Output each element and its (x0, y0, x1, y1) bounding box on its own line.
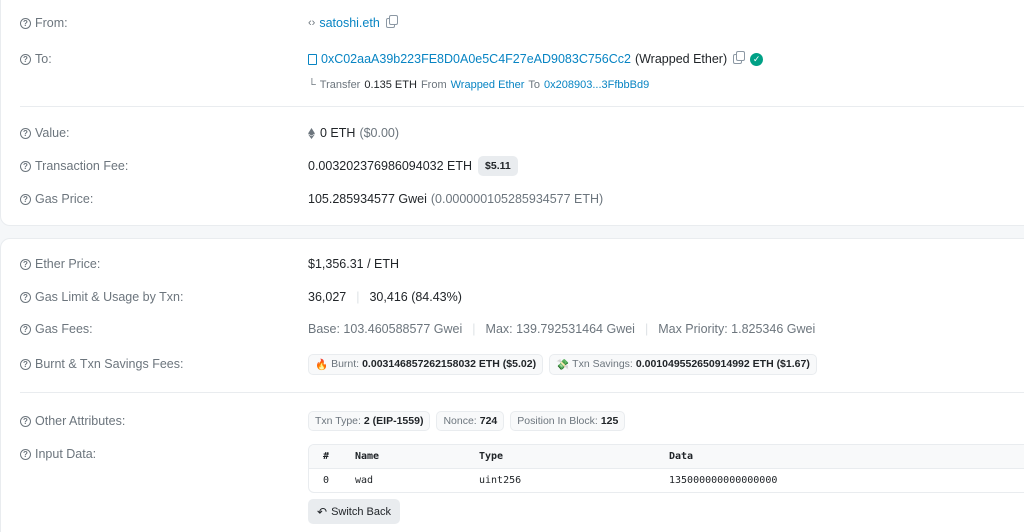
token-transfer-row: └ Transfer 0.135 ETH From Wrapped Ether … (308, 75, 1024, 95)
transfer-amount: 0.135 ETH (364, 79, 417, 91)
fire-icon: 🔥 (315, 358, 329, 371)
separator: | (644, 322, 649, 336)
column-header: # (309, 445, 355, 469)
help-icon[interactable]: ? (20, 323, 31, 335)
gas-fee-base: Base: 103.460588577 Gwei (308, 322, 463, 336)
transfer-from-label: From (420, 79, 447, 91)
transaction-fee-row: ? Transaction Fee: 0.003202376986094032 E… (20, 156, 1024, 176)
copy-icon[interactable] (385, 15, 398, 28)
value-usd: ($0.00) (359, 126, 400, 140)
table-cell: 135000000000000000 (669, 475, 778, 486)
burnt-label: Burnt & Txn Savings Fees: (35, 357, 184, 371)
ethereum-icon (308, 127, 315, 139)
undo-icon: ↶ (317, 504, 328, 519)
help-icon[interactable]: ? (20, 415, 31, 427)
table-cell: 0 (323, 475, 330, 486)
savings-badge-label: Txn Savings: (572, 358, 633, 370)
gas-fee-max-priority: Max Priority: 1.825346 Gwei (658, 322, 816, 336)
gas-price-gwei: 105.285934577 Gwei (308, 192, 427, 206)
ether-price-row: ? Ether Price: $1,356.31 / ETH (20, 254, 1024, 274)
gas-price-eth: (0.000000105285934577 ETH) (430, 192, 604, 206)
column-header: Data (669, 445, 1024, 469)
gas-fee-max: Max: 139.792531464 Gwei (485, 322, 635, 336)
money-icon: 💸 (556, 358, 570, 371)
divider (20, 392, 1024, 393)
from-row: ? From: ‹› satoshi.eth (20, 13, 1024, 33)
burnt-savings-row: ? Burnt & Txn Savings Fees: 🔥 Burnt: 0.00… (20, 352, 1024, 376)
help-icon[interactable]: ? (20, 127, 31, 139)
to-label: To: (35, 52, 52, 66)
gas-fees-row: ? Gas Fees: Base: 103.460588577 Gwei | Ma… (20, 319, 1024, 339)
help-icon[interactable]: ? (20, 160, 31, 172)
fee-eth: 0.003202376986094032 ETH (308, 159, 473, 173)
transfer-to-link[interactable]: 0x208903...3FfbbBd9 (544, 79, 649, 91)
table-header-row: # Name Type Data (309, 445, 1024, 469)
code-icon: ‹› (308, 17, 316, 29)
to-row: ? To: 0xC02aaA39b223FE8D0A0e5C4F27eAD9083… (20, 49, 1024, 69)
column-header: Type (479, 445, 669, 469)
transfer-label: Transfer (319, 79, 361, 91)
verified-check-icon: ✓ (750, 52, 764, 66)
other-attributes-label: Other Attributes: (35, 414, 126, 428)
input-data-table: # Name Type Data 0 wad uint256 135000000… (308, 444, 1024, 493)
transfer-from-link[interactable]: Wrapped Ether (451, 79, 525, 91)
gas-usage-value: 30,416 (84.43%) (369, 290, 462, 304)
other-attributes-row: ? Other Attributes: Txn Type: 2 (EIP-1559)… (20, 409, 1024, 433)
ether-price-value: $1,356.31 / ETH (308, 257, 400, 271)
input-data-label: Input Data: (35, 447, 97, 461)
nonce-badge: Nonce: 724 (436, 411, 505, 431)
table-cell: uint256 (479, 475, 522, 486)
gas-price-row: ? Gas Price: 105.285934577 Gwei (0.000000… (20, 189, 1024, 209)
to-address-link[interactable]: 0xC02aaA39b223FE8D0A0e5C4F27eAD9083C756C… (321, 52, 631, 66)
help-icon[interactable]: ? (20, 448, 31, 460)
help-icon[interactable]: ? (20, 258, 31, 270)
separator: | (472, 322, 476, 336)
switch-back-button[interactable]: ↶ Switch Back (308, 499, 400, 524)
document-icon (308, 53, 317, 65)
burnt-badge-label: Burnt: (331, 358, 360, 370)
burnt-badge: 🔥 Burnt: 0.003146857262158032 ETH ($5.02… (308, 353, 544, 375)
switch-back-label: Switch Back (331, 505, 391, 518)
gas-fees-label: Gas Fees: (35, 322, 93, 336)
txn-type-badge: Txn Type: 2 (EIP-1559) (308, 411, 431, 431)
burnt-badge-value: 0.003146857262158032 ETH ($5.02) (362, 358, 537, 370)
position-badge: Position In Block: 125 (510, 411, 626, 431)
copy-icon[interactable] (733, 51, 746, 64)
gas-limit-row: ? Gas Limit & Usage by Txn: 36,027 | 30,4… (20, 287, 1024, 307)
to-contract-name: (Wrapped Ether) (634, 52, 728, 66)
gas-limit-label: Gas Limit & Usage by Txn: (35, 290, 184, 304)
gas-price-label: Gas Price: (35, 192, 94, 206)
divider (20, 106, 1024, 107)
value-label: Value: (35, 126, 70, 140)
column-header: Name (355, 445, 479, 469)
separator: | (356, 290, 360, 304)
from-address-link[interactable]: satoshi.eth (319, 16, 379, 30)
help-icon[interactable]: ? (20, 17, 31, 29)
help-icon[interactable]: ? (20, 291, 31, 303)
table-row: 0 wad uint256 135000000000000000 (309, 469, 1024, 493)
value-row: ? Value: 0 ETH ($0.00) (20, 123, 1024, 143)
ether-price-label: Ether Price: (35, 257, 101, 271)
gas-limit-value: 36,027 (308, 290, 347, 304)
from-label: From: (35, 16, 68, 30)
savings-badge-value: 0.001049552650914992 ETH ($1.67) (635, 358, 810, 370)
value-eth: 0 ETH (320, 126, 356, 140)
transfer-to-label: To (528, 79, 541, 91)
help-icon[interactable]: ? (20, 53, 31, 65)
fee-usd-badge: $5.11 (478, 156, 518, 176)
table-cell: wad (355, 475, 374, 486)
fee-label: Transaction Fee: (35, 159, 129, 173)
help-icon[interactable]: ? (20, 358, 31, 370)
txn-savings-badge: 💸 Txn Savings: 0.001049552650914992 ETH … (549, 353, 817, 375)
help-icon[interactable]: ? (20, 193, 31, 205)
transfer-prefix: └ (308, 79, 316, 91)
